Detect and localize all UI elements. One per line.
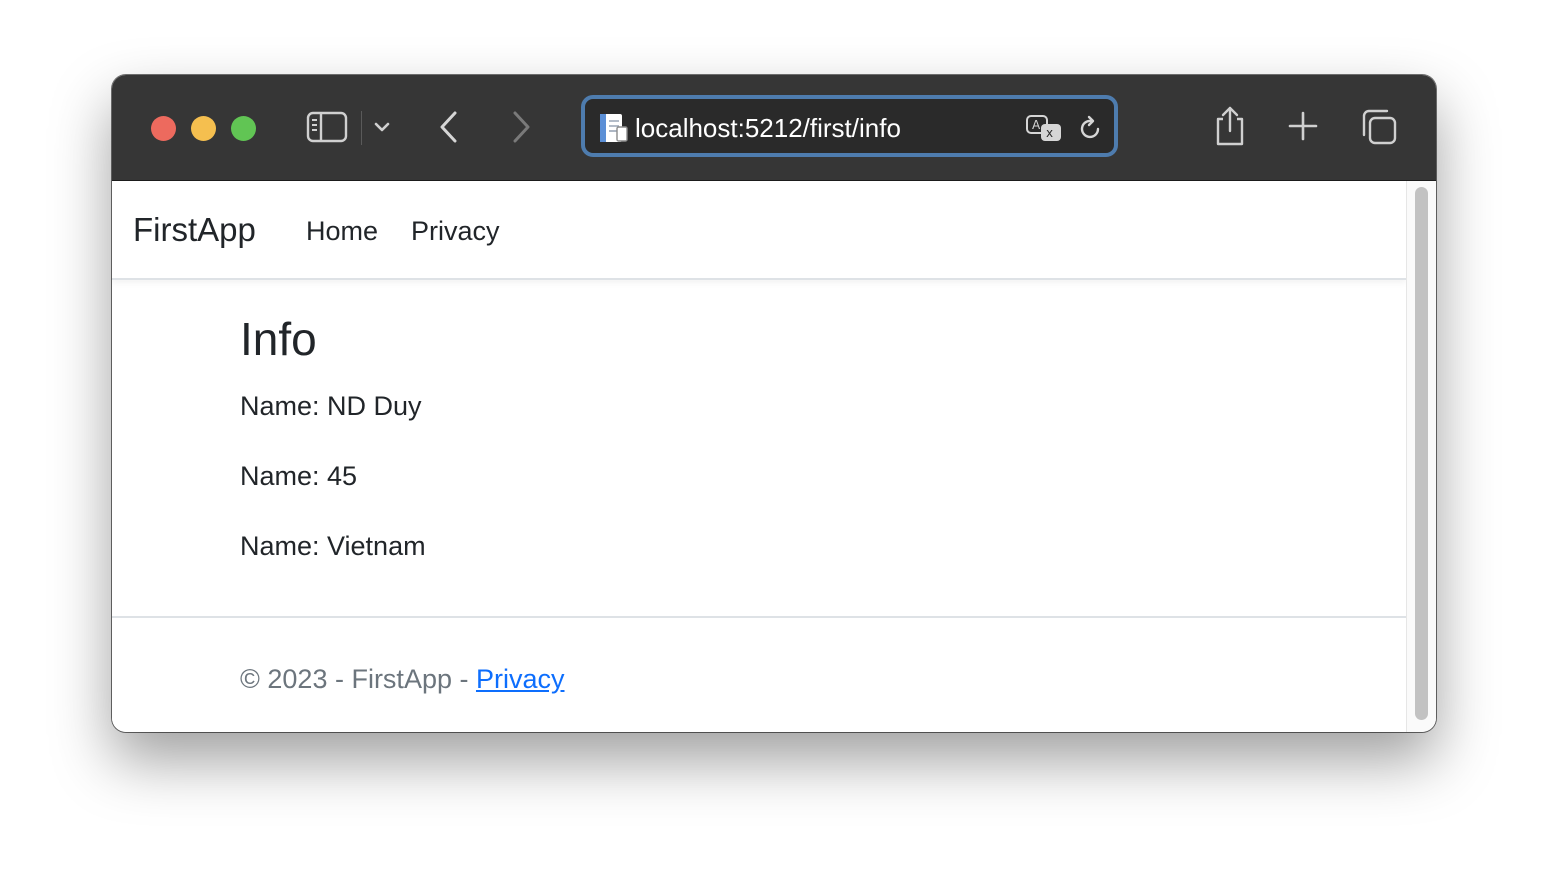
translate-icon[interactable]: A x — [1025, 113, 1065, 145]
browser-window: localhost:5212/first/info A x FirstApp H… — [112, 75, 1436, 732]
maximize-window-button[interactable] — [231, 116, 256, 141]
site-navbar: FirstApp Home Privacy — [112, 181, 1406, 280]
nav-link-privacy[interactable]: Privacy — [411, 214, 500, 248]
footer-text: © 2023 - FirstApp - Privacy — [240, 662, 565, 696]
tabs-overview-icon[interactable] — [1360, 108, 1398, 146]
address-bar[interactable]: localhost:5212/first/info A x — [581, 95, 1118, 157]
forward-arrow-icon[interactable] — [508, 109, 534, 145]
scrollbar-thumb[interactable] — [1415, 187, 1428, 720]
info-age-line: Name: 45 — [240, 461, 358, 491]
nav-link-home[interactable]: Home — [306, 214, 378, 248]
close-window-button[interactable] — [151, 116, 176, 141]
url-text[interactable]: localhost:5212/first/info — [635, 113, 901, 143]
browser-toolbar: localhost:5212/first/info A x — [112, 75, 1436, 181]
reload-icon[interactable] — [1075, 113, 1105, 145]
info-country-line: Name: Vietnam — [240, 531, 426, 561]
page-title: Info — [240, 313, 317, 365]
page-icon — [597, 112, 629, 144]
footer-copyright: © 2023 - FirstApp - — [240, 664, 476, 694]
sidebar-icon[interactable] — [306, 110, 348, 144]
back-arrow-icon[interactable] — [436, 109, 462, 145]
plus-icon[interactable] — [1286, 109, 1320, 143]
chevron-down-icon[interactable] — [372, 117, 392, 137]
svg-text:x: x — [1046, 126, 1053, 140]
svg-text:A: A — [1032, 118, 1041, 132]
vertical-scrollbar[interactable] — [1406, 181, 1436, 732]
site-footer: © 2023 - FirstApp - Privacy — [112, 616, 1406, 732]
toolbar-divider — [361, 111, 362, 145]
minimize-window-button[interactable] — [191, 116, 216, 141]
navbar-brand[interactable]: FirstApp — [133, 210, 256, 250]
share-icon[interactable] — [1212, 105, 1248, 147]
web-page: FirstApp Home Privacy Info Name: ND Duy … — [112, 181, 1406, 732]
info-name-line: Name: ND Duy — [240, 391, 422, 421]
footer-privacy-link[interactable]: Privacy — [476, 664, 565, 694]
